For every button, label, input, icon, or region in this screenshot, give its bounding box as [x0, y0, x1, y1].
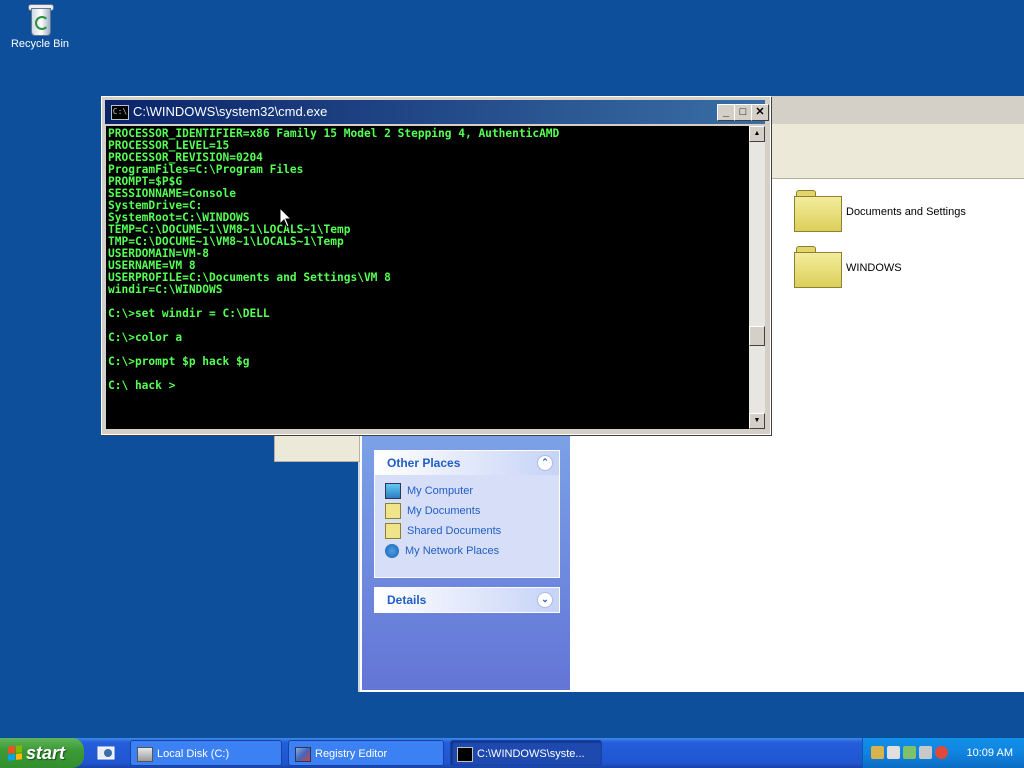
my-documents-icon	[385, 503, 401, 519]
details-panel: Details ⌄	[374, 587, 560, 613]
recycle-bin-icon	[24, 2, 56, 36]
taskbar: start Local Disk (C:) Registry Editor C:…	[0, 738, 1024, 768]
recycle-bin[interactable]: Recycle Bin	[4, 2, 76, 50]
show-desktop-icon[interactable]	[96, 744, 116, 762]
maximize-button[interactable]: □	[734, 104, 752, 121]
console-scrollbar[interactable]: ▲ ▼	[749, 126, 765, 429]
other-places-panel: Other Places ⌃ My Computer My Documents …	[374, 450, 560, 578]
other-places-my-documents[interactable]: My Documents	[385, 501, 551, 521]
user-icon[interactable]	[871, 746, 884, 759]
console-output[interactable]: PROCESSOR_IDENTIFIER=x86 Family 15 Model…	[106, 126, 749, 429]
folder-windows[interactable]: WINDOWS	[846, 262, 902, 274]
other-places-title: Other Places	[387, 456, 461, 470]
network-places-icon	[385, 544, 399, 558]
my-computer-icon	[385, 483, 401, 499]
hardware-icon[interactable]	[919, 746, 932, 759]
volume-icon[interactable]	[887, 746, 900, 759]
cmd-icon: C:\	[111, 105, 129, 120]
clock[interactable]: 10:09 AM	[967, 738, 1013, 768]
folder-icon[interactable]	[794, 190, 842, 232]
details-title: Details	[387, 593, 427, 607]
cmd-titlebar[interactable]: C:\ C:\WINDOWS\system32\cmd.exe _ □ ✕	[105, 100, 769, 124]
network-icon[interactable]	[903, 746, 916, 759]
other-places-header[interactable]: Other Places ⌃	[375, 451, 559, 475]
folder-icon[interactable]	[794, 246, 842, 288]
security-alert-icon[interactable]	[935, 746, 948, 759]
scroll-thumb[interactable]	[749, 326, 765, 346]
windows-flag-icon	[8, 745, 22, 761]
mouse-cursor-icon	[280, 208, 292, 228]
folder-documents-and-settings[interactable]: Documents and Settings	[846, 206, 966, 218]
drive-icon	[137, 747, 153, 762]
explorer-menubar[interactable]	[768, 124, 1024, 149]
registry-icon	[295, 747, 311, 762]
start-label: start	[26, 743, 66, 763]
cmd-window-title: C:\WINDOWS\system32\cmd.exe	[133, 104, 328, 119]
previous-window-edge[interactable]	[274, 432, 360, 462]
console-text: PROCESSOR_IDENTIFIER=x86 Family 15 Model…	[108, 127, 560, 392]
system-tray: 10:09 AM	[862, 738, 1024, 768]
shared-documents-icon	[385, 523, 401, 539]
taskbar-button-registry-editor[interactable]: Registry Editor	[288, 740, 444, 766]
other-places-my-computer[interactable]: My Computer	[385, 481, 551, 501]
recycle-bin-label: Recycle Bin	[10, 38, 70, 50]
other-places-shared-documents[interactable]: Shared Documents	[385, 521, 551, 541]
cmd-window: C:\ C:\WINDOWS\system32\cmd.exe _ □ ✕ PR…	[101, 96, 771, 435]
other-places-my-network-places[interactable]: My Network Places	[385, 541, 551, 561]
close-button[interactable]: ✕	[751, 104, 769, 121]
taskbar-button-cmd[interactable]: C:\WINDOWS\syste...	[450, 740, 602, 766]
taskbar-button-local-disk[interactable]: Local Disk (C:)	[130, 740, 282, 766]
scroll-up-button[interactable]: ▲	[749, 126, 765, 142]
minimize-button[interactable]: _	[717, 104, 735, 121]
expand-chevron-icon[interactable]: ⌄	[537, 592, 553, 608]
cmd-icon	[457, 747, 473, 762]
explorer-toolbar[interactable]	[768, 148, 1024, 179]
scroll-down-button[interactable]: ▼	[749, 413, 765, 429]
details-header[interactable]: Details ⌄	[375, 588, 559, 612]
explorer-task-pane: Other Places ⌃ My Computer My Documents …	[362, 432, 570, 690]
start-button[interactable]: start	[0, 738, 84, 768]
collapse-chevron-icon[interactable]: ⌃	[537, 455, 553, 471]
